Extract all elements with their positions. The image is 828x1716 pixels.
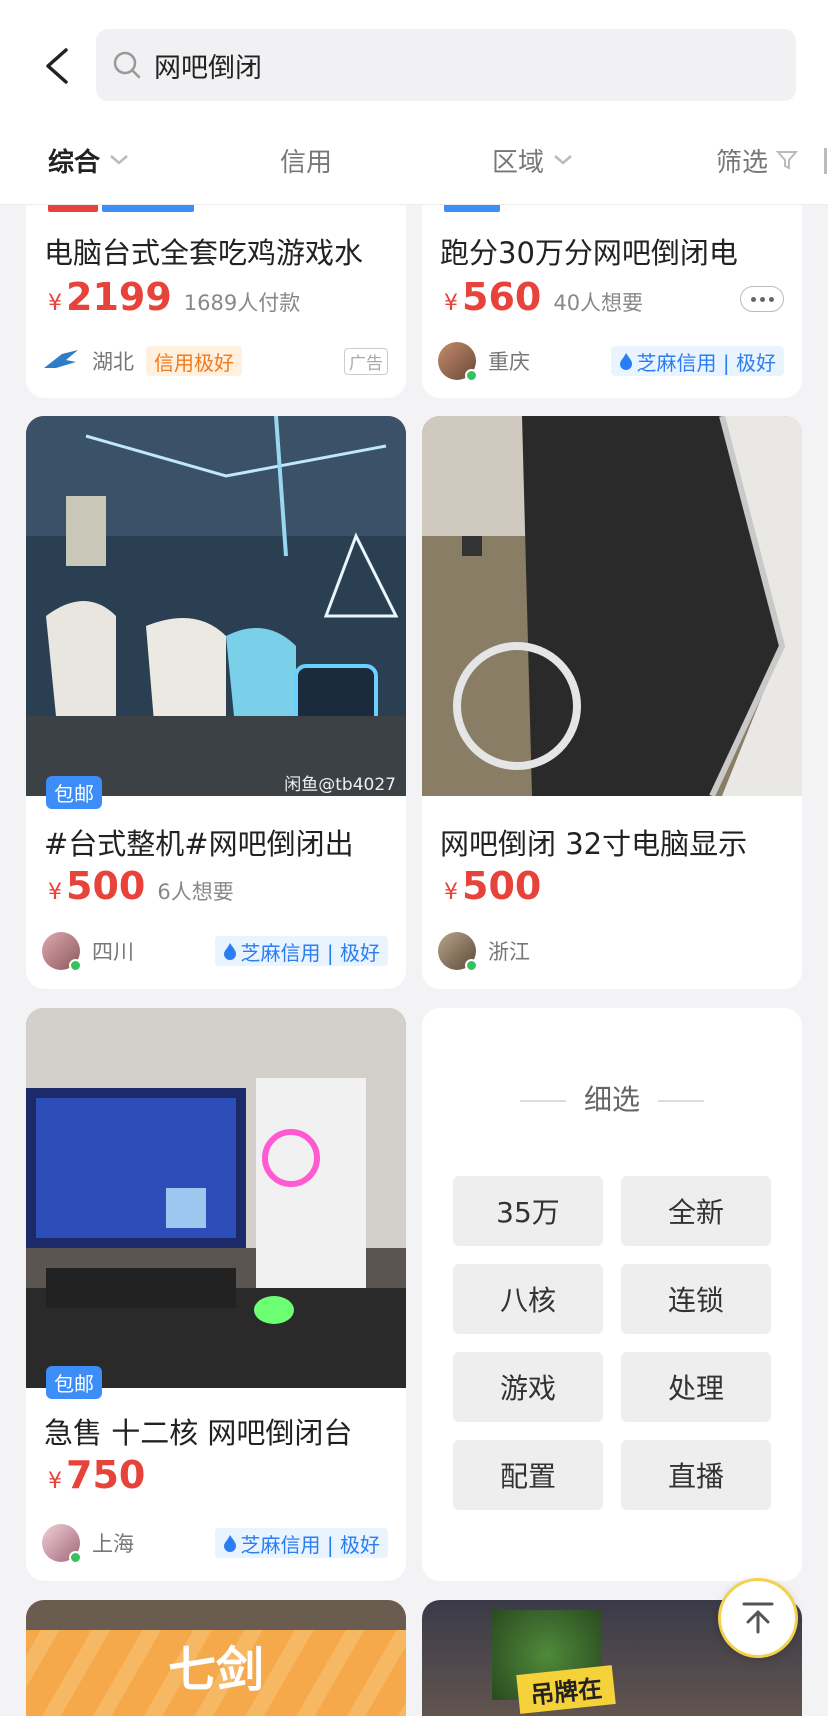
filter-title: 细选: [583, 1083, 640, 1116]
sort-tabs: 综合 信用 区域 筛选: [0, 130, 828, 190]
product-title: #台式整机#网吧倒闭出: [44, 827, 354, 861]
currency-symbol: ¥: [48, 880, 62, 905]
tab-filter[interactable]: 筛选: [716, 130, 799, 190]
brand-logo-icon: [42, 342, 80, 380]
avatar[interactable]: [42, 932, 82, 972]
filter-chip[interactable]: 游戏: [453, 1352, 603, 1422]
credit-badge: 芝麻信用 | 极好: [214, 936, 388, 966]
credit-badge: 芝麻信用 | 极好: [214, 1528, 388, 1558]
back-to-top-button[interactable]: [718, 1578, 798, 1658]
avatar[interactable]: [438, 932, 478, 972]
flame-icon: [223, 943, 236, 960]
flame-icon: [223, 1535, 236, 1552]
product-title: 网吧倒闭 32寸电脑显示: [440, 827, 748, 861]
currency-symbol: ¥: [48, 1469, 62, 1494]
price: ¥ 500: [444, 864, 541, 908]
sales-count: 1689人付款: [183, 291, 301, 315]
seller-info: 湖北 信用极好: [42, 342, 242, 380]
seller-info: 浙江: [438, 932, 530, 972]
filter-chip[interactable]: 八核: [453, 1264, 603, 1334]
price-value: 500: [462, 864, 542, 908]
price-value: 750: [66, 1453, 146, 1497]
product-image: [422, 416, 802, 798]
product-image: [26, 1008, 406, 1388]
price: ¥ 500 6人想要: [48, 864, 234, 908]
credit-text: 芝麻信用 | 极好: [636, 350, 776, 375]
tab-label: 区域: [492, 147, 545, 178]
divider: [658, 1100, 704, 1102]
product-image: [26, 416, 406, 796]
back-arrow-icon[interactable]: [38, 44, 78, 88]
seller-region: 四川: [92, 940, 134, 964]
tab-label: 综合: [48, 147, 101, 178]
free-shipping-tag: 包邮: [46, 776, 102, 809]
product-card[interactable]: 闲鱼@tb4027 包邮 #台式整机#网吧倒闭出 ¥ 500 6人想要 四川 芝…: [26, 416, 406, 989]
want-count: 6人想要: [157, 880, 234, 904]
top-bar: 网吧倒闭 综合 信用 区域 筛选: [0, 0, 828, 205]
filter-chip[interactable]: 处理: [621, 1352, 771, 1422]
product-title: 急售 十二核 网吧倒闭台: [44, 1416, 353, 1450]
divider: [824, 148, 827, 174]
want-count: 40人想要: [553, 291, 644, 315]
currency-symbol: ¥: [444, 291, 458, 316]
image-top-strip: [26, 1600, 406, 1630]
tab-region[interactable]: 区域: [492, 130, 574, 190]
credit-text: 芝麻信用 | 极好: [240, 1532, 380, 1557]
chevron-down-icon: [554, 155, 572, 165]
filter-chip[interactable]: 配置: [453, 1440, 603, 1510]
price-value: 500: [66, 864, 146, 908]
seller-info: 上海: [42, 1524, 134, 1564]
image-text: 七剑: [167, 1642, 264, 1698]
tab-label: 信用: [280, 147, 333, 178]
credit-text: 芝麻信用 | 极好: [240, 940, 380, 965]
filter-funnel-icon: [776, 151, 799, 170]
product-card[interactable]: 包邮 急售 十二核 网吧倒闭台 ¥ 750 上海 芝麻信用 | 极好: [26, 1008, 406, 1581]
price: ¥ 2199 1689人付款: [48, 275, 300, 319]
filter-chip[interactable]: 35万: [453, 1176, 603, 1246]
free-shipping-tag: 包邮: [46, 1366, 102, 1399]
seller-region: 湖北: [92, 350, 134, 374]
price-value: 2199: [66, 275, 172, 319]
search-icon: [113, 51, 141, 79]
watermark: 闲鱼@tb4027: [284, 775, 396, 795]
credit-badge: 信用极好: [146, 346, 242, 376]
arrow-up-to-top-icon: [742, 1602, 774, 1634]
price-value: 560: [462, 275, 542, 319]
seller-info: 四川: [42, 932, 134, 972]
search-input[interactable]: 网吧倒闭: [96, 29, 796, 101]
tab-comprehensive[interactable]: 综合: [48, 130, 130, 190]
seller-info: 重庆: [438, 342, 530, 382]
search-query: 网吧倒闭: [154, 52, 262, 84]
product-title: 跑分30万分网吧倒闭电: [440, 236, 738, 270]
tab-label: 筛选: [716, 147, 769, 178]
currency-symbol: ¥: [444, 880, 458, 905]
ad-label: 广告: [344, 348, 388, 375]
tab-credit[interactable]: 信用: [280, 130, 332, 190]
seller-region: 浙江: [488, 940, 530, 964]
product-card[interactable]: 网吧倒闭 32寸电脑显示 ¥ 500 浙江: [422, 416, 802, 989]
chevron-down-icon: [110, 155, 128, 165]
currency-symbol: ¥: [48, 291, 62, 316]
seller-region: 上海: [92, 1532, 134, 1556]
flame-icon: [619, 353, 632, 370]
credit-badge: 芝麻信用 | 极好: [610, 346, 784, 376]
filter-chip[interactable]: 直播: [621, 1440, 771, 1510]
price: ¥ 750: [48, 1453, 145, 1497]
product-title: 电脑台式全套吃鸡游戏水: [44, 236, 364, 270]
seller-region: 重庆: [488, 350, 530, 374]
filter-chip[interactable]: 连锁: [621, 1264, 771, 1334]
product-card[interactable]: 七剑: [26, 1600, 406, 1716]
avatar[interactable]: [42, 1524, 82, 1564]
price: ¥ 560 40人想要: [444, 275, 643, 319]
avatar[interactable]: [438, 342, 478, 382]
filter-chip[interactable]: 全新: [621, 1176, 771, 1246]
more-options-icon[interactable]: [740, 286, 784, 312]
refine-filter-card: 细选 35万 全新 八核 连锁 游戏 处理 配置 直播: [422, 1008, 802, 1581]
